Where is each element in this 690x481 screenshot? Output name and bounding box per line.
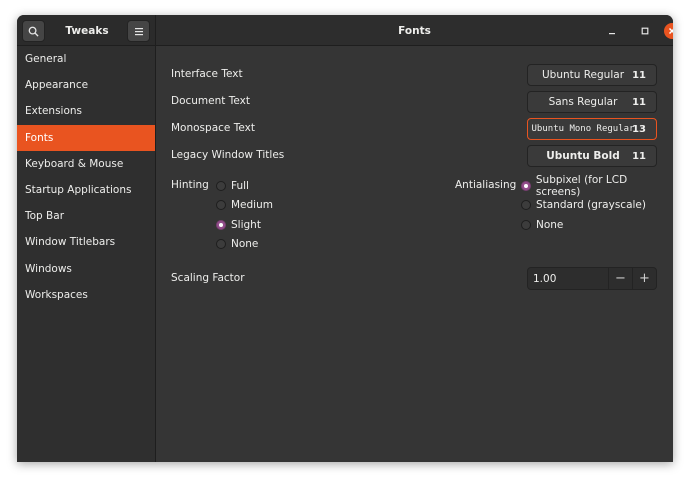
sidebar-item-appearance[interactable]: Appearance <box>17 72 155 98</box>
hinting-option-none[interactable]: None <box>216 235 258 253</box>
sidebar-item-workspaces[interactable]: Workspaces <box>17 282 155 308</box>
radio-button-checked[interactable] <box>521 181 531 191</box>
search-button[interactable] <box>22 20 45 42</box>
hamburger-menu-icon <box>134 27 143 35</box>
minimize-button[interactable] <box>604 23 620 39</box>
antialiasing-option-standard[interactable]: Standard (grayscale) <box>521 196 646 214</box>
close-button[interactable] <box>664 23 673 39</box>
hinting-label: Hinting <box>171 179 209 191</box>
fonts-panel: Interface Text Ubuntu Regular 11 Documen… <box>156 46 673 462</box>
page-title: Fonts <box>398 24 431 37</box>
antialiasing-option-none[interactable]: None <box>521 216 563 234</box>
sidebar-item-extensions[interactable]: Extensions <box>17 98 155 124</box>
sidebar-item-general[interactable]: General <box>17 46 155 72</box>
menu-button[interactable] <box>127 20 150 42</box>
scaling-factor-spinbutton[interactable]: 1.00 − + <box>527 267 657 290</box>
sidebar-item-windows[interactable]: Windows <box>17 256 155 282</box>
hinting-option-medium[interactable]: Medium <box>216 196 273 214</box>
radio-label: Subpixel (for LCD screens) <box>535 174 628 198</box>
hinting-option-slight[interactable]: Slight <box>216 216 261 234</box>
interface-font-name: Ubuntu Regular <box>541 69 625 81</box>
sidebar-item-fonts[interactable]: Fonts <box>17 124 155 151</box>
sidebar-item-startup-applications[interactable]: Startup Applications <box>17 177 155 203</box>
radio-label: None <box>536 219 564 231</box>
radio-label: Medium <box>231 199 273 211</box>
radio-button[interactable] <box>216 239 226 249</box>
radio-label: Slight <box>231 219 261 231</box>
scaling-factor-label: Scaling Factor <box>171 272 245 284</box>
sidebar-item-keyboard-mouse[interactable]: Keyboard & Mouse <box>17 151 155 177</box>
minimize-icon <box>609 33 615 35</box>
sidebar-item-window-titlebars[interactable]: Window Titlebars <box>17 229 155 255</box>
radio-button[interactable] <box>521 200 531 210</box>
tweaks-window: Tweaks Fonts General Appearance Extensio… <box>17 15 673 462</box>
close-icon <box>668 27 673 35</box>
radio-button[interactable] <box>521 220 531 230</box>
radio-label: None <box>231 238 259 250</box>
monospace-font-button[interactable]: Ubuntu Mono Regular 13 <box>527 118 657 140</box>
monospace-text-label: Monospace Text <box>171 122 255 134</box>
interface-font-button[interactable]: Ubuntu Regular 11 <box>527 64 657 86</box>
sidebar-header: Tweaks <box>17 15 156 46</box>
content-header: Fonts <box>156 15 673 46</box>
antialiasing-label: Antialiasing <box>455 179 517 191</box>
radio-label: Full <box>231 180 249 192</box>
legacy-font-size: 11 <box>632 150 646 162</box>
increment-button[interactable]: + <box>632 268 656 289</box>
hinting-option-full[interactable]: Full <box>216 177 249 195</box>
interface-text-label: Interface Text <box>171 68 243 80</box>
monospace-font-name: Ubuntu Mono Regular <box>531 124 635 134</box>
monospace-font-size: 13 <box>632 123 646 135</box>
radio-button[interactable] <box>216 200 226 210</box>
maximize-button[interactable] <box>637 23 653 39</box>
antialiasing-option-subpixel[interactable]: Subpixel (for LCD screens) <box>521 174 673 198</box>
radio-button-checked[interactable] <box>216 220 226 230</box>
search-icon <box>28 26 39 37</box>
document-font-name: Sans Regular <box>548 96 618 108</box>
app-title: Tweaks <box>65 24 109 37</box>
legacy-font-button[interactable]: Ubuntu Bold 11 <box>527 145 657 167</box>
scaling-factor-input[interactable]: 1.00 <box>528 273 608 285</box>
document-text-label: Document Text <box>171 95 250 107</box>
sidebar: General Appearance Extensions Fonts Keyb… <box>17 46 156 462</box>
interface-font-size: 11 <box>632 69 646 81</box>
document-font-button[interactable]: Sans Regular 11 <box>527 91 657 113</box>
sidebar-item-top-bar[interactable]: Top Bar <box>17 203 155 229</box>
legacy-font-name: Ubuntu Bold <box>546 150 620 162</box>
legacy-window-titles-label: Legacy Window Titles <box>171 149 285 161</box>
decrement-button[interactable]: − <box>608 268 632 289</box>
radio-label: Standard (grayscale) <box>536 199 646 211</box>
radio-button[interactable] <box>216 181 226 191</box>
maximize-icon <box>641 27 649 35</box>
document-font-size: 11 <box>632 96 646 108</box>
